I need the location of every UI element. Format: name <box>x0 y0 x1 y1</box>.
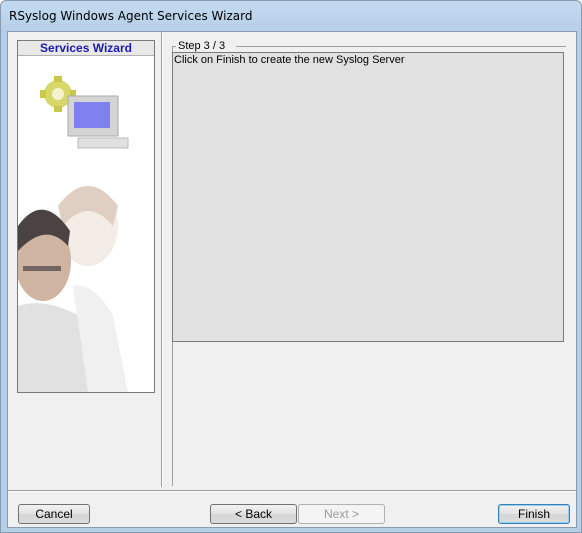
group-frame-top-right <box>236 46 566 47</box>
title-bar[interactable]: RSyslog Windows Agent Services Wizard <box>1 1 581 31</box>
finish-button[interactable]: Finish <box>498 504 570 524</box>
wizard-client-area: Services Wizard Step 3 / 3 Click on Fini… <box>7 31 577 528</box>
panel-divider-highlight <box>162 32 163 487</box>
back-button[interactable]: < Back <box>210 504 297 524</box>
wizard-illustration <box>18 76 129 392</box>
step-label: Step 3 / 3 <box>178 40 226 52</box>
cancel-button[interactable]: Cancel <box>18 504 90 524</box>
wizard-side-panel: Services Wizard <box>17 40 155 393</box>
computer-icon <box>67 95 129 149</box>
next-button[interactable]: Next > <box>298 504 385 524</box>
button-bar-divider-highlight <box>8 491 576 492</box>
people-photo <box>18 186 128 392</box>
window-title: RSyslog Windows Agent Services Wizard <box>9 9 253 23</box>
step-message-box[interactable]: Click on Finish to create the new Syslog… <box>172 52 564 342</box>
step-message: Click on Finish to create the new Syslog… <box>174 54 405 66</box>
wizard-window: RSyslog Windows Agent Services Wizard Se… <box>0 0 582 533</box>
side-panel-header: Services Wizard <box>18 41 154 56</box>
